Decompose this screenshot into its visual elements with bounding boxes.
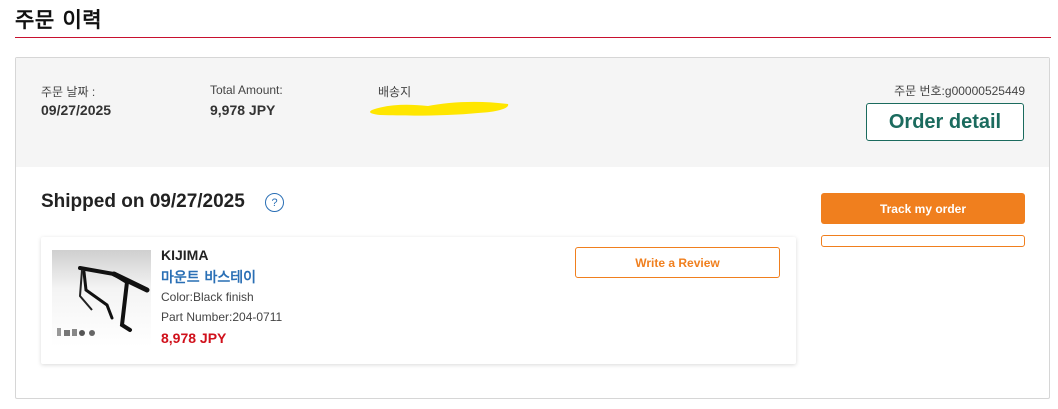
order-date-value: 09/27/2025 (41, 102, 112, 118)
product-price: 8,978 JPY (161, 330, 227, 346)
product-part-number: Part Number:204-0711 (161, 310, 283, 324)
order-header: 주문 날짜 : 09/27/2025 Total Amount: 9,978 J… (16, 58, 1049, 167)
title-divider (15, 37, 1051, 38)
order-detail-button[interactable]: Order detail (866, 103, 1024, 141)
address-redaction (370, 101, 509, 116)
product-color: Color:Black finish (161, 290, 254, 304)
order-date-label: 주문 날짜 : (41, 85, 96, 99)
total-amount-label: Total Amount: (210, 83, 283, 97)
help-icon[interactable]: ? (265, 193, 284, 212)
product-image[interactable] (52, 250, 151, 347)
shipment-title: Shipped on 09/27/2025 (41, 191, 245, 212)
order-card: 주문 날짜 : 09/27/2025 Total Amount: 9,978 J… (15, 57, 1050, 399)
secondary-action-button[interactable] (821, 235, 1025, 247)
order-number-value: g00000525449 (944, 84, 1025, 98)
track-order-button[interactable]: Track my order (821, 193, 1025, 224)
order-item-card: KIJIMA 마운트 바스테이 Color:Black finish Part … (41, 237, 796, 364)
product-name-link[interactable]: 마운트 바스테이 (161, 267, 256, 287)
order-number: 주문 번호:g00000525449 (894, 82, 1025, 99)
order-number-label: 주문 번호: (894, 84, 945, 98)
write-review-button[interactable]: Write a Review (575, 247, 780, 278)
product-brand: KIJIMA (161, 247, 209, 263)
page-title: 주문 이력 (15, 8, 103, 32)
total-amount-value: 9,978 JPY (210, 102, 276, 118)
